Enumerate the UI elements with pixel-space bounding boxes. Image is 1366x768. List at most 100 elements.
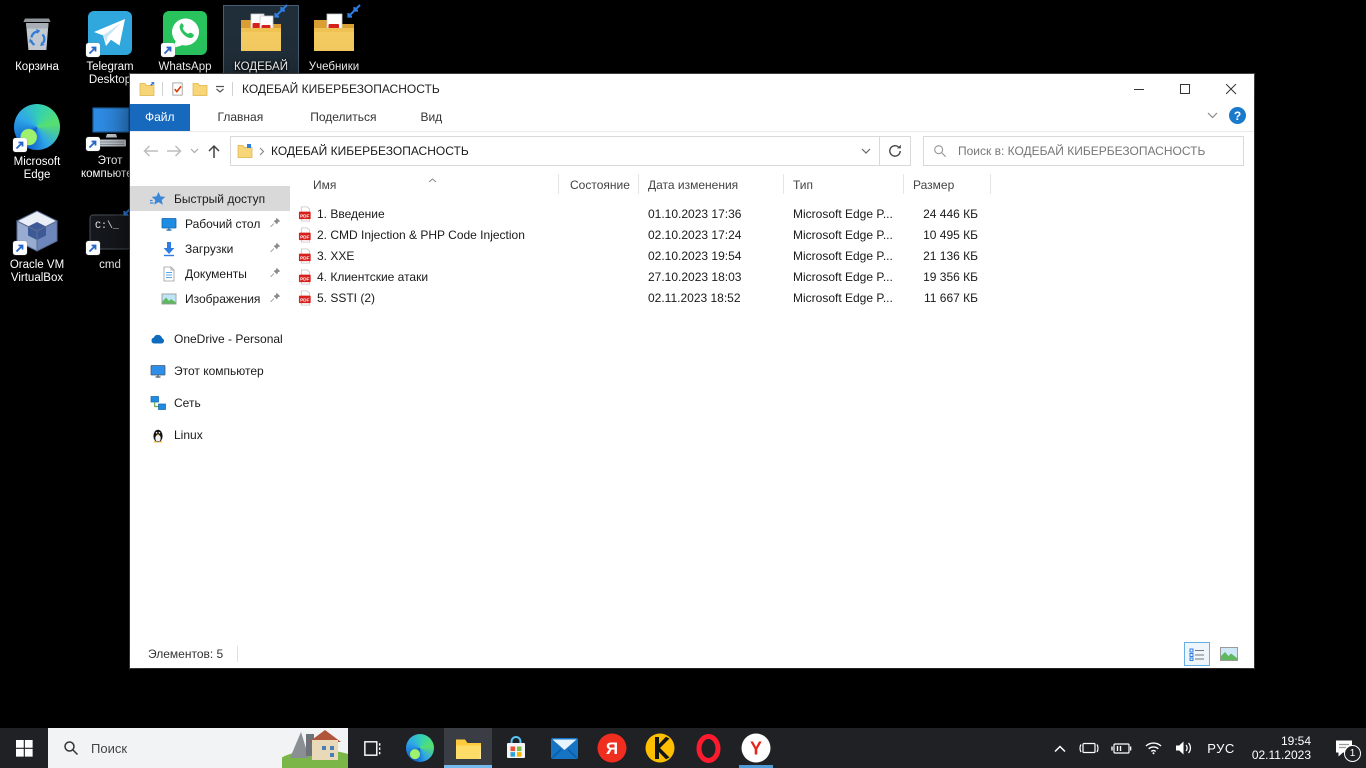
file-name: 2. CMD Injection & PHP Code Injection (317, 228, 525, 242)
taskbar-explorer-button[interactable] (444, 728, 492, 768)
pin-icon[interactable] (270, 292, 281, 303)
tab-view[interactable]: Вид (405, 104, 457, 131)
column-header-status[interactable]: Состояние (570, 178, 630, 192)
sidebar-item-this-pc[interactable]: Этот компьютер (130, 358, 290, 383)
file-row[interactable]: PDF 2. CMD Injection & PHP Code Injectio… (290, 225, 1254, 246)
shortcut-arrow-icon (86, 137, 100, 151)
folder-pdf-icon (237, 9, 285, 57)
forward-button[interactable] (162, 138, 186, 164)
expand-ribbon-chevron-icon[interactable] (1207, 112, 1218, 119)
sidebar-item-linux[interactable]: Linux (130, 422, 290, 447)
column-header-size[interactable]: Размер (913, 178, 954, 192)
back-button[interactable] (138, 138, 162, 164)
desktop-icon-recycle-bin[interactable]: Корзина (0, 6, 74, 76)
explorer-search-box[interactable] (923, 136, 1244, 166)
clock-time: 19:54 (1252, 734, 1311, 748)
sidebar-item-pictures[interactable]: Изображения (130, 286, 290, 311)
language-indicator[interactable]: РУС (1203, 741, 1239, 756)
breadcrumb[interactable]: КОДЕБАЙ КИБЕРБЕЗОПАСНОСТЬ (231, 144, 853, 158)
taskbar-search-input[interactable] (89, 740, 233, 757)
sidebar-item-label: Этот компьютер (174, 364, 264, 378)
desktop-icon-label: КОДЕБАЙ (224, 61, 298, 74)
recent-locations-chevron-icon[interactable] (186, 138, 202, 164)
sidebar-item-network[interactable]: Сеть (130, 390, 290, 415)
desktop-icon-kodebay[interactable]: КОДЕБАЙ (224, 6, 298, 76)
up-button[interactable] (202, 138, 226, 164)
file-modified: 01.10.2023 17:36 (648, 207, 741, 221)
shortcut-arrow-icon (161, 43, 175, 57)
taskbar-yandex-button[interactable]: Я (588, 728, 636, 768)
taskbar-store-button[interactable] (492, 728, 540, 768)
desktop-icon-label: Учебники (297, 61, 371, 74)
sidebar-item-desktop[interactable]: Рабочий стол (130, 211, 290, 236)
explorer-search-input[interactable] (956, 143, 1234, 159)
close-button[interactable] (1208, 74, 1254, 104)
action-center-button[interactable]: 1 (1324, 728, 1364, 768)
file-name: 3. XXE (317, 249, 354, 263)
tab-file[interactable]: Файл (130, 104, 190, 131)
pin-icon[interactable] (270, 217, 281, 228)
taskbar-edge-button[interactable] (396, 728, 444, 768)
file-row[interactable]: PDF 1. Введение 01.10.2023 17:36 Microso… (290, 204, 1254, 225)
view-toggles (1184, 642, 1242, 666)
taskbar-task-view-button[interactable] (348, 728, 396, 768)
new-folder-icon[interactable] (192, 82, 208, 96)
address-dropdown-chevron-icon[interactable] (853, 137, 879, 165)
file-type: Microsoft Edge P... (793, 249, 893, 263)
maximize-button[interactable] (1162, 74, 1208, 104)
details-view-button[interactable] (1184, 642, 1210, 666)
file-row[interactable]: PDF 5. SSTI (2) 02.11.2023 18:52 Microso… (290, 288, 1254, 309)
file-row[interactable]: PDF 4. Клиентские атаки 27.10.2023 18:03… (290, 267, 1254, 288)
navigation-pane: Быстрый доступ Рабочий стол Загрузки Док… (130, 170, 290, 640)
desktop-icon-whatsapp[interactable]: WhatsApp (148, 6, 222, 76)
desktop-icon-uchebniki[interactable]: Учебники (297, 6, 371, 76)
properties-icon[interactable] (170, 81, 185, 97)
file-row[interactable]: PDF 3. XXE 02.10.2023 19:54 Microsoft Ed… (290, 246, 1254, 267)
minimize-button[interactable] (1116, 74, 1162, 104)
tab-share[interactable]: Поделиться (295, 104, 391, 131)
pin-icon[interactable] (270, 242, 281, 253)
desktop-icon-edge[interactable]: Microsoft Edge (0, 100, 74, 184)
window-title: КОДЕБАЙ КИБЕРБЕЗОПАСНОСТЬ (242, 82, 440, 96)
breadcrumb-path[interactable]: КОДЕБАЙ КИБЕРБЕЗОПАСНОСТЬ (271, 144, 469, 158)
taskbar-yandex-browser-button[interactable]: Y (732, 728, 780, 768)
search-icon (63, 740, 79, 756)
taskbar-clock[interactable]: 19:54 02.11.2023 (1252, 734, 1311, 762)
sidebar-item-downloads[interactable]: Загрузки (130, 236, 290, 261)
sidebar-item-label: Рабочий стол (185, 217, 260, 231)
column-header-type[interactable]: Тип (793, 178, 813, 192)
windows-logo-icon (16, 740, 33, 757)
desktop-icon-virtualbox[interactable]: Oracle VM VirtualBox (0, 204, 74, 287)
column-header-name[interactable]: Имя (313, 178, 336, 192)
taskbar-mail-button[interactable] (540, 728, 588, 768)
pin-icon[interactable] (270, 267, 281, 278)
tray-cast-display-icon[interactable] (1077, 728, 1101, 768)
address-bar[interactable]: КОДЕБАЙ КИБЕРБЕЗОПАСНОСТЬ (230, 136, 880, 166)
hidden-icons-chevron-icon[interactable] (1051, 728, 1069, 768)
tab-home[interactable]: Главная (203, 104, 279, 131)
file-type: Microsoft Edge P... (793, 270, 893, 284)
column-header-modified[interactable]: Дата изменения (648, 178, 738, 192)
desktop-monitor-icon (161, 216, 177, 232)
refresh-button[interactable] (880, 136, 911, 166)
sidebar-item-documents[interactable]: Документы (130, 261, 290, 286)
volume-icon[interactable] (1173, 728, 1195, 768)
large-icons-view-button[interactable] (1216, 642, 1242, 666)
search-highlight-image[interactable] (282, 728, 348, 768)
taskbar-search-box[interactable] (48, 728, 348, 768)
start-button[interactable] (0, 728, 48, 768)
whatsapp-icon (161, 9, 209, 57)
sidebar-item-onedrive[interactable]: OneDrive - Personal (130, 326, 290, 351)
sort-ascending-chevron-icon[interactable] (428, 178, 437, 183)
battery-icon[interactable] (1109, 728, 1134, 768)
pdf-file-icon: PDF (298, 206, 313, 222)
taskbar-opera-button[interactable] (684, 728, 732, 768)
taskbar-kinopoisk-button[interactable] (636, 728, 684, 768)
sidebar-item-quick-access[interactable]: Быстрый доступ (130, 186, 290, 211)
compressed-arrows-icon (346, 4, 362, 20)
help-icon[interactable]: ? (1229, 107, 1246, 124)
customize-toolbar-chevron-icon[interactable] (215, 85, 225, 94)
wifi-icon[interactable] (1142, 728, 1165, 768)
file-name: 4. Клиентские атаки (317, 270, 428, 284)
desktop-icon-label: Oracle VM VirtualBox (0, 259, 74, 285)
